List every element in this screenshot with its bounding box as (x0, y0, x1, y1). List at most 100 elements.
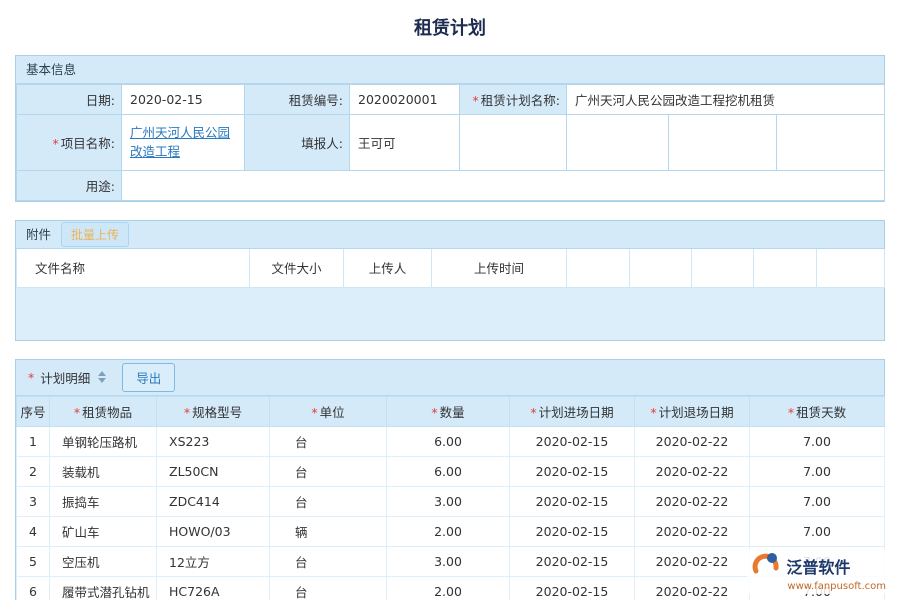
sort-down-icon (98, 378, 106, 383)
col-empty (754, 249, 817, 287)
form-row-2: *项目名称: 广州天河人民公园改造工程 填报人: 王可可 (17, 115, 885, 171)
detail-cell: 履带式潜孔钻机 (50, 576, 157, 600)
basic-info-header: 基本信息 (16, 56, 884, 84)
plan-name-label-text: 租赁计划名称: (481, 93, 560, 108)
empty-cell (777, 115, 885, 171)
attachments-section: 附件 批量上传 文件名称 文件大小 上传人 上传时间 (15, 220, 885, 341)
sort-toggle-icon[interactable] (98, 371, 106, 383)
detail-column-header: *规格型号 (157, 396, 270, 426)
col-empty (692, 249, 754, 287)
basic-info-title: 基本信息 (26, 56, 76, 84)
detail-cell: HC726A (157, 576, 270, 600)
detail-cell: 装载机 (50, 456, 157, 486)
detail-cell: ZDC414 (157, 486, 270, 516)
attachments-header-row: 文件名称 文件大小 上传人 上传时间 (17, 249, 885, 287)
basic-info-section: 基本信息 日期: 2020-02-15 租赁编号: 2020020001 *租赁… (15, 55, 885, 202)
plan-name-value: 广州天河人民公园改造工程挖机租赁 (567, 85, 885, 115)
detail-cell: 2 (17, 456, 50, 486)
detail-row: 2装载机ZL50CN台6.002020-02-152020-02-227.00 (17, 456, 885, 486)
detail-cell: 2020-02-15 (510, 426, 635, 456)
detail-cell: 台 (270, 546, 387, 576)
detail-cell: 7.00 (750, 516, 885, 546)
col-upload-time: 上传时间 (432, 249, 567, 287)
empty-cell (567, 115, 669, 171)
detail-column-header: *计划进场日期 (510, 396, 635, 426)
detail-cell: 7.00 (750, 456, 885, 486)
detail-cell: 台 (270, 456, 387, 486)
detail-cell: 2020-02-15 (510, 516, 635, 546)
form-row-1: 日期: 2020-02-15 租赁编号: 2020020001 *租赁计划名称:… (17, 85, 885, 115)
reporter-value: 王可可 (350, 115, 460, 171)
detail-cell: 3.00 (387, 486, 510, 516)
detail-cell: 1 (17, 426, 50, 456)
col-empty (630, 249, 692, 287)
detail-cell: 2020-02-22 (635, 486, 750, 516)
detail-cell: 4 (17, 516, 50, 546)
project-link[interactable]: 广州天河人民公园改造工程 (130, 125, 230, 159)
purpose-label-text: 用途: (86, 179, 115, 194)
reporter-label-text: 填报人: (301, 136, 343, 151)
plan-details-title: 计划明细 (40, 368, 90, 387)
detail-column-header: *计划退场日期 (635, 396, 750, 426)
rental-no-value: 2020020001 (350, 85, 460, 115)
detail-cell: 台 (270, 426, 387, 456)
required-asterisk: * (473, 93, 479, 108)
detail-row: 4矿山车HOWO/03辆2.002020-02-152020-02-227.00 (17, 516, 885, 546)
detail-cell: 2020-02-15 (510, 546, 635, 576)
plan-name-label: *租赁计划名称: (460, 85, 567, 115)
detail-column-header: *单位 (270, 396, 387, 426)
detail-column-header: *租赁天数 (750, 396, 885, 426)
detail-cell: 7.00 (750, 486, 885, 516)
detail-cell: 2.00 (387, 516, 510, 546)
col-file-name: 文件名称 (17, 249, 250, 287)
detail-cell: 2.00 (387, 576, 510, 600)
watermark-brand: 泛普软件 (786, 554, 850, 578)
detail-cell: 2020-02-22 (635, 456, 750, 486)
project-label-text: 项目名称: (61, 136, 115, 151)
rental-no-label-text: 租赁编号: (289, 93, 343, 108)
attachments-table: 文件名称 文件大小 上传人 上传时间 (16, 249, 885, 288)
detail-cell: 6.00 (387, 456, 510, 486)
detail-cell: 矿山车 (50, 516, 157, 546)
reporter-label: 填报人: (245, 115, 350, 171)
detail-cell: HOWO/03 (157, 516, 270, 546)
watermark: 泛普软件 www.fanpusoft.com (747, 549, 890, 594)
detail-cell: 3.00 (387, 546, 510, 576)
date-label: 日期: (17, 85, 122, 115)
detail-cell: 7.00 (750, 426, 885, 456)
form-row-3: 用途: (17, 171, 885, 201)
detail-cell: 5 (17, 546, 50, 576)
plan-details-header: * 计划明细 导出 (16, 360, 884, 396)
purpose-value (122, 171, 885, 201)
purpose-label: 用途: (17, 171, 122, 201)
col-file-size: 文件大小 (250, 249, 344, 287)
required-asterisk: * (28, 370, 34, 385)
detail-cell: 2020-02-15 (510, 456, 635, 486)
date-label-text: 日期: (86, 93, 115, 108)
sort-up-icon (98, 371, 106, 376)
fanpu-logo-icon (751, 551, 781, 580)
col-empty (567, 249, 630, 287)
batch-upload-button[interactable]: 批量上传 (61, 222, 129, 247)
col-empty (817, 249, 885, 287)
detail-cell: 2020-02-15 (510, 576, 635, 600)
detail-cell: 12立方 (157, 546, 270, 576)
page-title: 租赁计划 (0, 0, 900, 36)
detail-cell: 2020-02-22 (635, 546, 750, 576)
watermark-url: www.fanpusoft.com (751, 581, 886, 592)
detail-cell: 6.00 (387, 426, 510, 456)
empty-cell (669, 115, 777, 171)
detail-cell: 2020-02-22 (635, 516, 750, 546)
detail-cell: 3 (17, 486, 50, 516)
watermark-row: 泛普软件 (751, 551, 886, 580)
detail-cell: 2020-02-22 (635, 426, 750, 456)
export-button[interactable]: 导出 (122, 363, 175, 392)
detail-column-header: 序号 (17, 396, 50, 426)
required-asterisk: * (53, 136, 59, 151)
basic-info-form: 日期: 2020-02-15 租赁编号: 2020020001 *租赁计划名称:… (16, 84, 885, 201)
project-label: *项目名称: (17, 115, 122, 171)
project-value-cell: 广州天河人民公园改造工程 (122, 115, 245, 171)
col-uploader: 上传人 (344, 249, 432, 287)
detail-cell: XS223 (157, 426, 270, 456)
detail-row: 1单钢轮压路机XS223台6.002020-02-152020-02-227.0… (17, 426, 885, 456)
